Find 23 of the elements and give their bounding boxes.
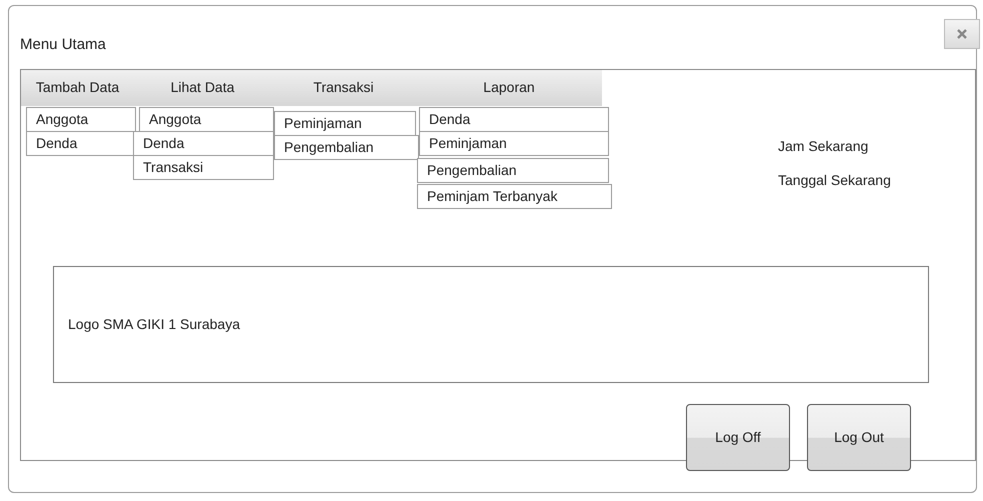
- menu-item[interactable]: Denda: [26, 130, 134, 156]
- menu-item[interactable]: Denda: [419, 106, 609, 132]
- menu-item[interactable]: Peminjam Terbanyak: [417, 184, 612, 208]
- menu-item[interactable]: Pengembalian: [274, 134, 419, 160]
- window-title: Menu Utama: [20, 35, 106, 55]
- menu-item[interactable]: Denda: [133, 130, 274, 156]
- action-button[interactable]: Log Out: [807, 404, 911, 470]
- menu-tab[interactable]: Lihat Data: [134, 70, 271, 106]
- info-label: Jam Sekarang: [778, 136, 870, 156]
- close-button[interactable]: [944, 19, 980, 49]
- menu-tab[interactable]: Laporan: [416, 70, 602, 106]
- menu-tab[interactable]: Tambah Data: [21, 70, 134, 106]
- logo-label: Logo SMA GIKI 1 Surabaya: [68, 314, 240, 334]
- action-button[interactable]: Log Off: [686, 404, 790, 470]
- menu-item[interactable]: Peminjaman: [419, 130, 609, 156]
- menu-item[interactable]: Anggota: [139, 106, 274, 132]
- menu-tab[interactable]: Transaksi: [271, 70, 416, 106]
- menu-item[interactable]: Peminjaman: [274, 110, 416, 136]
- info-label: Tanggal Sekarang: [778, 170, 891, 190]
- close-icon: [957, 29, 967, 39]
- menu-item[interactable]: Anggota: [26, 106, 136, 132]
- menu-item[interactable]: Transaksi: [133, 154, 274, 180]
- menu-item[interactable]: Pengembalian: [417, 158, 609, 182]
